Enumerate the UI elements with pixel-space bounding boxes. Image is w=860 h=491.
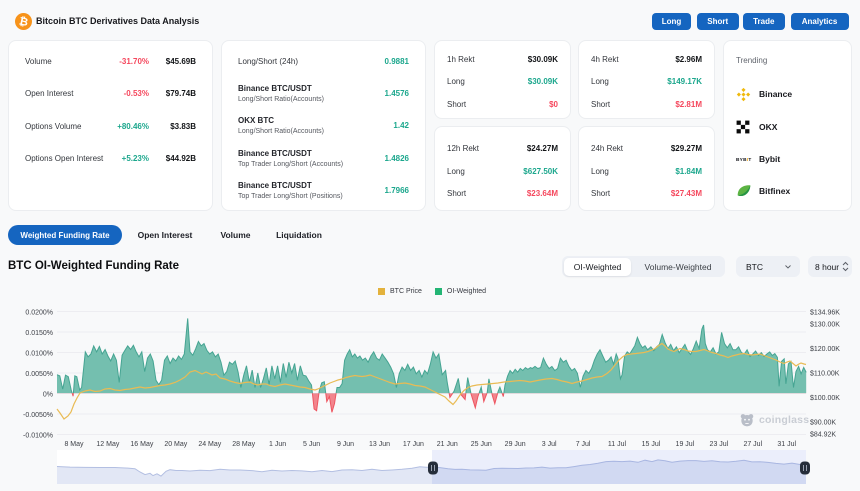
svg-text:0.0050%: 0.0050% xyxy=(25,371,53,378)
svg-text:$100.00K: $100.00K xyxy=(810,395,840,402)
svg-text:1 Jun: 1 Jun xyxy=(269,441,286,448)
svg-text:8 May: 8 May xyxy=(64,441,84,448)
svg-text:3 Jul: 3 Jul xyxy=(542,441,557,448)
svg-text:7 Jul: 7 Jul xyxy=(576,441,591,448)
svg-text:5 Jun: 5 Jun xyxy=(303,441,320,448)
svg-text:$130.00K: $130.00K xyxy=(810,322,840,329)
svg-text:9 Jun: 9 Jun xyxy=(337,441,354,448)
svg-text:$84.92K: $84.92K xyxy=(810,432,836,439)
svg-text:27 Jul: 27 Jul xyxy=(743,441,762,448)
svg-text:0.0100%: 0.0100% xyxy=(25,350,53,357)
svg-text:28 May: 28 May xyxy=(232,441,255,448)
svg-text:21 Jun: 21 Jun xyxy=(437,441,458,448)
svg-text:29 Jun: 29 Jun xyxy=(505,441,526,448)
svg-text:$120.00K: $120.00K xyxy=(810,346,840,353)
svg-text:13 Jun: 13 Jun xyxy=(369,441,390,448)
svg-text:0.0200%: 0.0200% xyxy=(25,309,53,316)
svg-text:-0.0050%: -0.0050% xyxy=(23,412,53,419)
svg-text:-0.0100%: -0.0100% xyxy=(23,432,53,439)
svg-text:20 May: 20 May xyxy=(164,441,187,448)
svg-text:31 Jul: 31 Jul xyxy=(777,441,796,448)
svg-text:24 May: 24 May xyxy=(198,441,221,448)
svg-text:0.0150%: 0.0150% xyxy=(25,330,53,337)
svg-text:$90.00K: $90.00K xyxy=(810,419,836,426)
svg-text:$110.00K: $110.00K xyxy=(810,371,840,378)
svg-text:15 Jul: 15 Jul xyxy=(642,441,661,448)
svg-text:12 May: 12 May xyxy=(96,441,119,448)
svg-text:16 May: 16 May xyxy=(130,441,153,448)
svg-text:17 Jun: 17 Jun xyxy=(403,441,424,448)
svg-text:23 Jul: 23 Jul xyxy=(710,441,729,448)
svg-text:0%: 0% xyxy=(43,391,53,398)
svg-text:25 Jun: 25 Jun xyxy=(471,441,492,448)
svg-text:19 Jul: 19 Jul xyxy=(676,441,695,448)
svg-text:$134.96K: $134.96K xyxy=(810,310,840,317)
svg-text:11 Jul: 11 Jul xyxy=(608,441,627,448)
